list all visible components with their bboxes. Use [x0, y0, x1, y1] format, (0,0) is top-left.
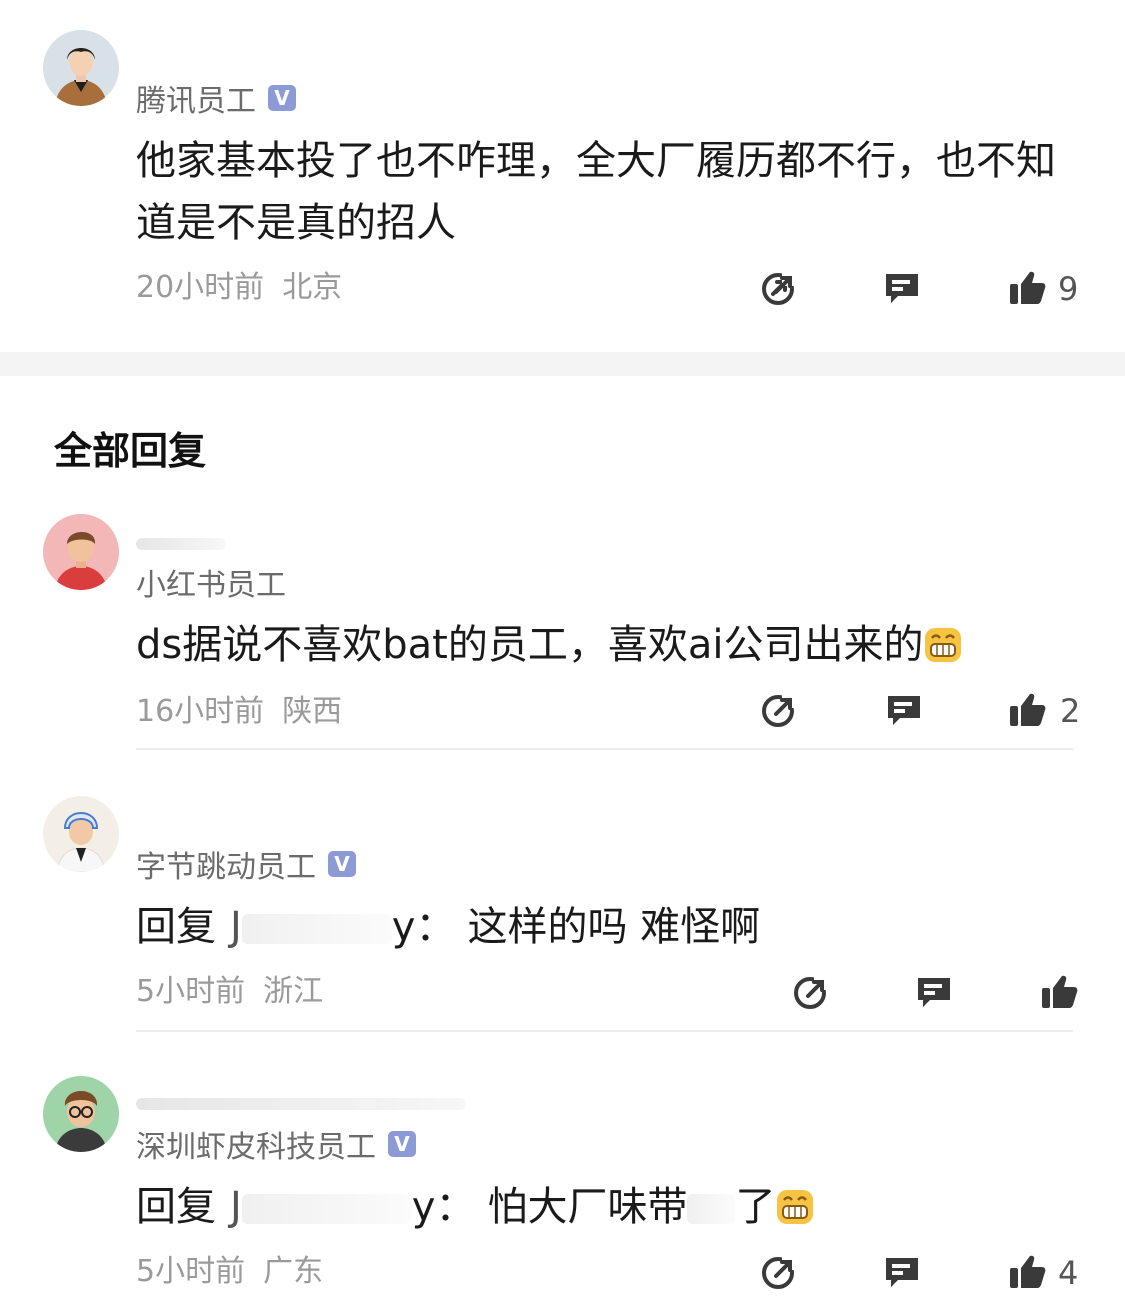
verified-badge-icon: V	[328, 851, 356, 877]
section-title: 全部回复	[54, 429, 207, 473]
share-icon	[794, 976, 828, 1009]
reply-text-body: ds据说不喜欢bat的员工，喜欢ai公司出来的	[136, 622, 924, 668]
share-button[interactable]	[758, 1252, 798, 1292]
blurred-reply-target	[241, 914, 392, 944]
comment-icon	[918, 978, 950, 1007]
reply-meta: 5小时前 广东	[136, 1246, 323, 1290]
reply-meta: 5小时前 浙江	[136, 966, 323, 1010]
reply-text-body-start: 怕大厂味带	[487, 1184, 688, 1230]
like-count: 9	[1058, 270, 1079, 308]
comment-icon	[886, 1258, 918, 1287]
reply-text-body-end: 了	[735, 1184, 776, 1230]
reply-company: 字节跳动员工 V	[136, 842, 356, 886]
grin-emoji-icon	[775, 1182, 815, 1224]
reply-text: ds据说不喜欢bat的员工，喜欢ai公司出来的	[136, 614, 963, 676]
share-icon	[762, 1256, 796, 1289]
like-button[interactable]	[1008, 268, 1048, 308]
blurred-reply-target	[241, 1194, 412, 1224]
reply-company: 小红书员工	[136, 560, 286, 604]
author-company-label: 腾讯员工	[136, 84, 256, 119]
verified-badge-icon: V	[388, 1131, 416, 1157]
share-icon	[762, 272, 796, 305]
thumbs-up-icon	[1010, 1255, 1046, 1288]
divider	[136, 748, 1073, 750]
reply-location: 陕西	[282, 694, 343, 729]
blurred-username	[136, 538, 226, 550]
blurred-text	[687, 1194, 736, 1224]
thumbs-up-icon	[1010, 271, 1046, 304]
reply-meta: 16小时前 陕西	[136, 686, 342, 730]
reply-target-start: J	[230, 1184, 242, 1230]
reply-company-label: 字节跳动员工	[136, 850, 316, 885]
reply-target-end: y：	[411, 1184, 476, 1230]
comment-button[interactable]	[882, 1252, 922, 1292]
comment-icon	[888, 696, 920, 725]
comment-icon	[886, 274, 918, 303]
reply-time: 5小时前	[136, 1254, 246, 1289]
thumbs-up-icon	[1010, 693, 1046, 726]
reply-text: 回复 Jy： 这样的吗 难怪啊	[136, 896, 760, 958]
divider	[136, 1030, 1073, 1032]
comment-meta: 20小时前 北京	[136, 262, 342, 306]
grin-emoji-icon	[923, 620, 963, 662]
like-button[interactable]	[1008, 1252, 1048, 1292]
reply-location: 浙江	[263, 974, 324, 1009]
reply-company-label: 深圳虾皮科技员工	[136, 1130, 376, 1165]
avatar-tencent[interactable]	[43, 30, 119, 106]
like-button[interactable]	[1008, 690, 1048, 730]
blurred-username	[136, 1098, 466, 1110]
reply-target-start: J	[230, 904, 242, 950]
avatar-reply-1[interactable]	[43, 514, 119, 590]
comment-button[interactable]	[884, 690, 924, 730]
reply-location: 广东	[263, 1254, 324, 1289]
section-separator	[0, 352, 1125, 376]
like-count: 2	[1060, 692, 1081, 730]
share-button[interactable]	[790, 972, 830, 1012]
reply-company-label: 小红书员工	[136, 568, 286, 603]
reply-text-body: 这样的吗 难怪啊	[467, 904, 761, 950]
share-button[interactable]	[758, 268, 798, 308]
reply-time: 5小时前	[136, 974, 246, 1009]
thumbs-up-icon	[1042, 975, 1078, 1008]
reply-company: 深圳虾皮科技员工 V	[136, 1122, 416, 1166]
author-company: 腾讯员工 V	[136, 76, 296, 120]
reply-prefix: 回复	[136, 1184, 216, 1230]
like-button[interactable]	[1040, 972, 1080, 1012]
share-button[interactable]	[758, 690, 798, 730]
reply-target-end: y：	[391, 904, 456, 950]
verified-badge-icon: V	[268, 85, 296, 111]
comment-button[interactable]	[882, 268, 922, 308]
comment-text: 他家基本投了也不咋理，全大厂履历都不行，也不知道是不是真的招人	[136, 130, 1076, 254]
comment-button[interactable]	[914, 972, 954, 1012]
avatar-reply-2[interactable]	[43, 796, 119, 872]
comment-time: 20小时前	[136, 270, 265, 305]
comment-location: 北京	[282, 270, 343, 305]
reply-text: 回复 Jy： 怕大厂味带 了	[136, 1176, 815, 1238]
reply-time: 16小时前	[136, 694, 265, 729]
comment-text-body: 他家基本投了也不咋理，全大厂履历都不行，也不知道是不是真的招人	[136, 138, 1056, 246]
avatar-reply-3[interactable]	[43, 1076, 119, 1152]
share-icon	[762, 694, 796, 727]
like-count: 4	[1058, 1254, 1079, 1292]
reply-prefix: 回复	[136, 904, 216, 950]
